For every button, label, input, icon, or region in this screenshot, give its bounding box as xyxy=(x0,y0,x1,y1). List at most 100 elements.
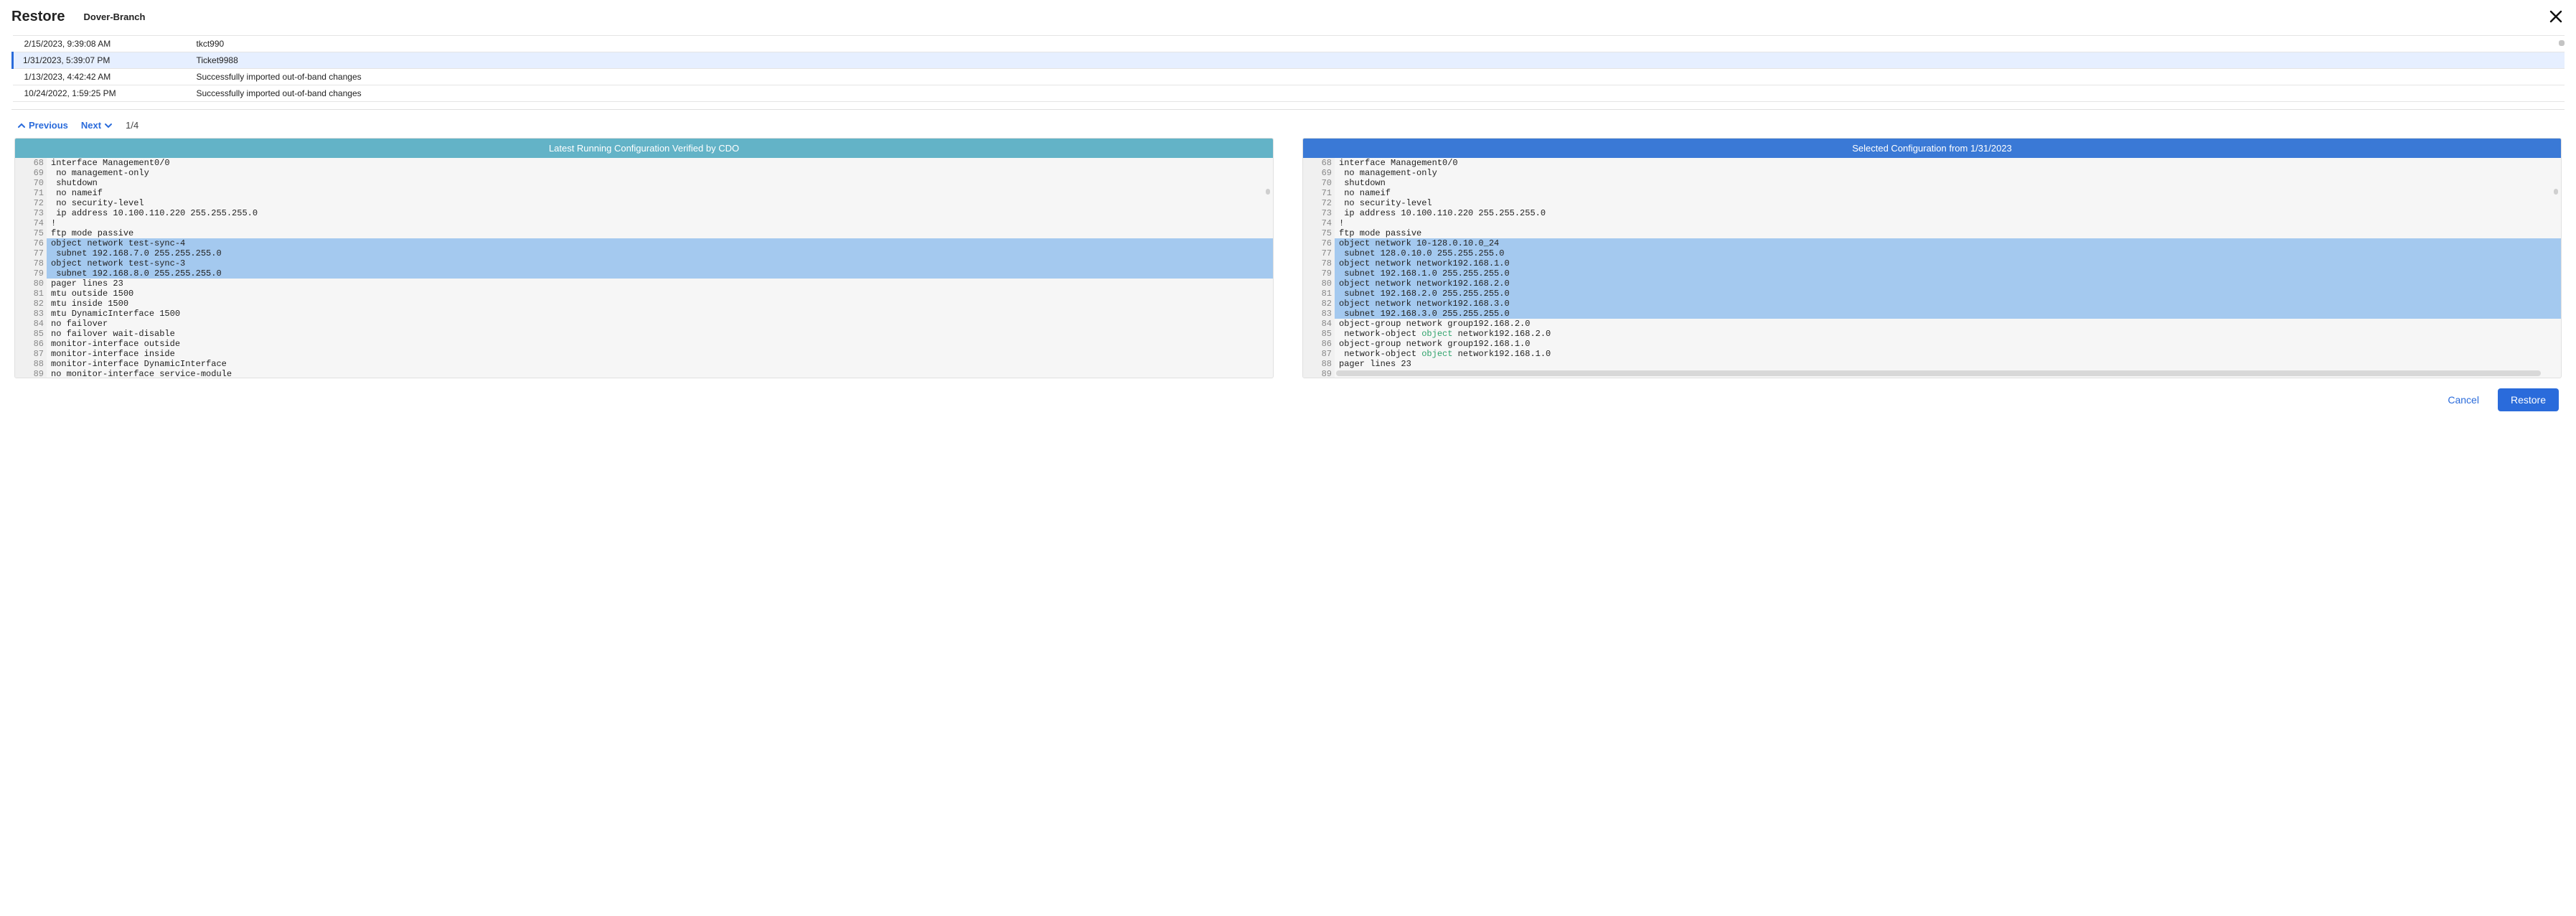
code-text: shutdown xyxy=(1335,178,2561,188)
code-line: 81 subnet 192.168.2.0 255.255.255.0 xyxy=(1303,289,2561,299)
code-line: 86object-group network group192.168.1.0 xyxy=(1303,339,2561,349)
device-name: Dover-Branch xyxy=(83,11,145,22)
code-line: 84object-group network group192.168.2.0 xyxy=(1303,319,2561,329)
code-line: 86monitor-interface outside xyxy=(15,339,1273,349)
code-text: ! xyxy=(1335,218,2561,228)
snapshot-row[interactable]: 1/31/2023, 5:39:07 PMTicket9988 xyxy=(13,52,2565,69)
right-panel-title: Selected Configuration from 1/31/2023 xyxy=(1303,139,2561,158)
snapshot-row[interactable]: 1/13/2023, 4:42:42 AMSuccessfully import… xyxy=(13,69,2565,85)
section-divider xyxy=(11,109,2565,110)
line-number: 73 xyxy=(1303,208,1335,218)
snapshot-row[interactable]: 10/24/2022, 1:59:25 PMSuccessfully impor… xyxy=(13,85,2565,102)
left-config-code[interactable]: 68interface Management0/069 no managemen… xyxy=(15,158,1273,378)
right-config-code[interactable]: 68interface Management0/069 no managemen… xyxy=(1303,158,2561,378)
code-line: 82mtu inside 1500 xyxy=(15,299,1273,309)
code-line: 70 shutdown xyxy=(1303,178,2561,188)
line-number: 82 xyxy=(15,299,47,309)
code-line: 72 no security-level xyxy=(1303,198,2561,208)
code-text: no nameif xyxy=(47,188,1273,198)
code-text: ftp mode passive xyxy=(1335,228,2561,238)
snapshot-description: Successfully imported out-of-band change… xyxy=(189,69,2565,85)
line-number: 69 xyxy=(15,168,47,178)
code-line: 69 no management-only xyxy=(15,168,1273,178)
line-number: 70 xyxy=(15,178,47,188)
footer-actions: Cancel Restore xyxy=(11,378,2565,411)
code-line: 78object network network192.168.1.0 xyxy=(1303,258,2561,268)
keyword: object xyxy=(1421,349,1452,359)
code-text: subnet 128.0.10.0 255.255.255.0 xyxy=(1335,248,2561,258)
code-line: 87monitor-interface inside xyxy=(15,349,1273,359)
code-line: 77 subnet 128.0.10.0 255.255.255.0 xyxy=(1303,248,2561,258)
cancel-button[interactable]: Cancel xyxy=(2439,388,2488,411)
line-number: 83 xyxy=(1303,309,1335,319)
line-number: 80 xyxy=(15,279,47,289)
code-line: 87 network-object object network192.168.… xyxy=(1303,349,2561,359)
code-line: 82object network network192.168.3.0 xyxy=(1303,299,2561,309)
page-title: Restore xyxy=(11,9,83,25)
code-line: 69 no management-only xyxy=(1303,168,2561,178)
code-text: ftp mode passive xyxy=(47,228,1273,238)
code-text: subnet 192.168.7.0 255.255.255.0 xyxy=(47,248,1273,258)
code-line: 76object network test-sync-4 xyxy=(15,238,1273,248)
line-number: 78 xyxy=(1303,258,1335,268)
code-text: object network network192.168.3.0 xyxy=(1335,299,2561,309)
left-vertical-scrollbar[interactable] xyxy=(1266,189,1270,195)
code-line: 78object network test-sync-3 xyxy=(15,258,1273,268)
line-number: 71 xyxy=(1303,188,1335,198)
code-text: monitor-interface inside xyxy=(47,349,1273,359)
line-number: 77 xyxy=(15,248,47,258)
code-text: interface Management0/0 xyxy=(47,158,1273,168)
code-line: 81mtu outside 1500 xyxy=(15,289,1273,299)
next-button[interactable]: Next xyxy=(81,120,113,131)
code-line: 83 subnet 192.168.3.0 255.255.255.0 xyxy=(1303,309,2561,319)
snapshot-description: tkct990 xyxy=(189,36,2565,52)
line-number: 83 xyxy=(15,309,47,319)
code-text: no failover xyxy=(47,319,1273,329)
code-text: no security-level xyxy=(1335,198,2561,208)
code-text: subnet 192.168.1.0 255.255.255.0 xyxy=(1335,268,2561,279)
code-line: 80pager lines 23 xyxy=(15,279,1273,289)
close-button[interactable] xyxy=(2546,7,2566,27)
header: Restore Dover-Branch xyxy=(11,9,2565,35)
snapshot-date: 10/24/2022, 1:59:25 PM xyxy=(13,85,189,102)
line-number: 77 xyxy=(1303,248,1335,258)
code-text: object network test-sync-3 xyxy=(47,258,1273,268)
code-text: no monitor-interface service-module xyxy=(47,369,1273,378)
snapshot-date: 1/31/2023, 5:39:07 PM xyxy=(13,52,189,69)
close-icon xyxy=(2547,8,2565,27)
line-number: 70 xyxy=(1303,178,1335,188)
code-line: 68interface Management0/0 xyxy=(15,158,1273,168)
code-text: object network test-sync-4 xyxy=(47,238,1273,248)
line-number: 86 xyxy=(15,339,47,349)
line-number: 68 xyxy=(15,158,47,168)
code-text: no nameif xyxy=(1335,188,2561,198)
code-line: 85 network-object object network192.168.… xyxy=(1303,329,2561,339)
previous-button[interactable]: Previous xyxy=(17,120,68,131)
left-panel-title: Latest Running Configuration Verified by… xyxy=(15,139,1273,158)
line-number: 79 xyxy=(15,268,47,279)
code-line: 76object network 10-128.0.10.0_24 xyxy=(1303,238,2561,248)
line-number: 74 xyxy=(1303,218,1335,228)
page-count: 1/4 xyxy=(126,120,138,131)
line-number: 84 xyxy=(1303,319,1335,329)
right-vertical-scrollbar[interactable] xyxy=(2554,189,2558,195)
next-label: Next xyxy=(81,120,101,131)
line-number: 72 xyxy=(15,198,47,208)
line-number: 80 xyxy=(1303,279,1335,289)
line-number: 89 xyxy=(15,369,47,378)
code-line: 83mtu DynamicInterface 1500 xyxy=(15,309,1273,319)
right-horizontal-scrollbar[interactable] xyxy=(1336,370,2541,376)
code-line: 71 no nameif xyxy=(1303,188,2561,198)
line-number: 74 xyxy=(15,218,47,228)
line-number: 73 xyxy=(15,208,47,218)
line-number: 87 xyxy=(15,349,47,359)
code-text: subnet 192.168.2.0 255.255.255.0 xyxy=(1335,289,2561,299)
code-text: object network network192.168.1.0 xyxy=(1335,258,2561,268)
scroll-indicator xyxy=(2559,40,2565,46)
code-text: monitor-interface DynamicInterface xyxy=(47,359,1273,369)
restore-button[interactable]: Restore xyxy=(2498,388,2559,411)
snapshot-row[interactable]: 2/15/2023, 9:39:08 AMtkct990 xyxy=(13,36,2565,52)
code-text: ip address 10.100.110.220 255.255.255.0 xyxy=(47,208,1273,218)
snapshot-date: 2/15/2023, 9:39:08 AM xyxy=(13,36,189,52)
line-number: 75 xyxy=(1303,228,1335,238)
